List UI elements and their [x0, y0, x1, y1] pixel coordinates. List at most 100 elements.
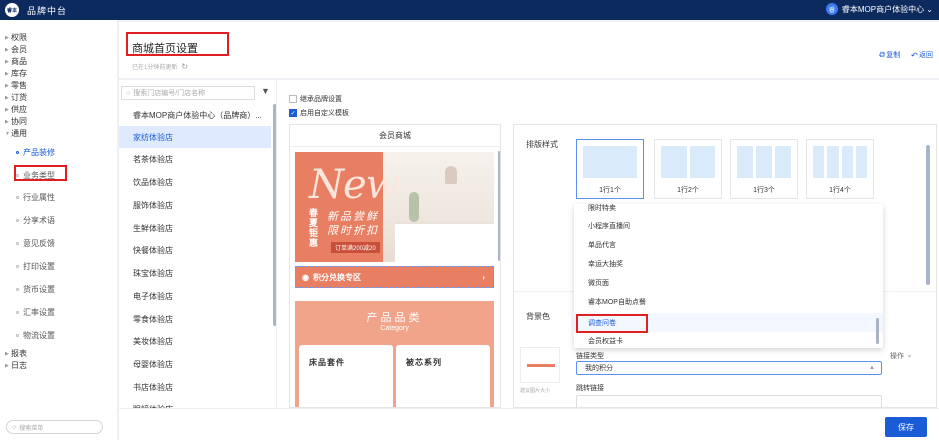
nav-label: 意见反馈: [23, 239, 55, 248]
store-item[interactable]: 母婴体验店: [119, 353, 271, 375]
sidebar-item-currency[interactable]: 货币设置: [16, 284, 55, 295]
nav-group-report[interactable]: ▶ 报表: [5, 348, 27, 359]
sidebar-item-feedback[interactable]: 意见反馈: [16, 238, 55, 249]
layout-option-label: 1行3个: [753, 187, 775, 194]
filter-icon[interactable]: ▼: [261, 86, 271, 98]
nav-label: 货币设置: [23, 285, 55, 294]
store-item[interactable]: 睿本MOP商户体验中心（品牌商）...: [119, 104, 271, 126]
nav-group-member[interactable]: ▶ 会员: [5, 44, 27, 55]
sidebar-item-industry[interactable]: 行业属性: [16, 192, 55, 203]
banner-coupon: 订单满200减20: [331, 242, 380, 253]
menu-search-input[interactable]: ○ 搜索菜单: [6, 420, 103, 434]
store-list-scrollbar[interactable]: [273, 104, 276, 326]
search-icon: ○: [126, 89, 131, 97]
store-item[interactable]: 书店体验店: [119, 376, 271, 398]
nav-group-log[interactable]: ▶ 日志: [5, 360, 27, 371]
banner-slogan-2: 限时折扣: [327, 225, 379, 237]
dropdown-option[interactable]: 会员权益卡: [574, 331, 883, 348]
bed-image: [395, 222, 494, 262]
nav-group-order[interactable]: ▶ 订货: [5, 92, 27, 103]
store-item[interactable]: 服饰体验店: [119, 194, 271, 216]
layout-preview: [583, 146, 637, 178]
store-item[interactable]: 快餐体验店: [119, 239, 271, 261]
inherit-label: 继承品牌设置: [300, 96, 342, 103]
category-card[interactable]: 被芯系列: [396, 345, 490, 407]
store-item[interactable]: 美妆体验店: [119, 330, 271, 352]
custom-template-checkbox[interactable]: ✓ 启用自定义模板: [289, 106, 349, 120]
copy-button[interactable]: ⧉ 复制: [879, 50, 901, 60]
category-card-label: 床品套件: [309, 358, 345, 367]
layout-option-label: 1行4个: [829, 187, 851, 194]
store-item[interactable]: 茗茶体验店: [119, 148, 271, 170]
user-menu[interactable]: 睿 睿本MOP商户体验中心 ⌄: [825, 3, 933, 15]
save-button[interactable]: 保存: [885, 417, 927, 437]
category-title: 产品品类: [366, 312, 423, 324]
nav-label: 日志: [11, 361, 27, 370]
store-item[interactable]: 饮品体验店: [119, 171, 271, 193]
layout-option-4[interactable]: 1行4个: [806, 139, 874, 199]
store-item-active[interactable]: 家纺体验店: [119, 126, 271, 148]
dropdown-option[interactable]: 单品代言: [574, 235, 883, 254]
dropdown-scrollbar[interactable]: [876, 318, 879, 344]
config-scrollbar[interactable]: [926, 145, 930, 285]
image-thumbnail[interactable]: [520, 347, 560, 383]
store-item[interactable]: 零食体验店: [119, 308, 271, 330]
nav-label: 库存: [11, 69, 27, 78]
dropdown-option[interactable]: 小程序直播间: [574, 216, 883, 235]
operation-menu[interactable]: 操作 ▼: [890, 351, 912, 361]
sidebar-item-logistics[interactable]: 物流设置: [16, 330, 55, 341]
layout-preview: [737, 146, 791, 178]
store-search-input[interactable]: ○ 搜索门店编号/门店名称: [121, 86, 255, 100]
bullet-icon: [16, 219, 19, 222]
update-status: 已在1分钟前更新 ↻: [132, 62, 188, 71]
dropdown-option[interactable]: 睿本MOP自助点餐: [574, 292, 883, 311]
chevron-right-icon: ›: [482, 272, 485, 282]
layout-option-2[interactable]: 1行2个: [654, 139, 722, 199]
promo-banner[interactable]: New 春夏钜惠 新品尝鲜 限时折扣 订单满200减20: [295, 152, 494, 262]
inherit-brand-checkbox[interactable]: 继承品牌设置: [289, 92, 349, 106]
nav-group-product[interactable]: ▶ 商品: [5, 56, 27, 67]
nav-label: 打印设置: [23, 262, 55, 271]
points-icon: ◉: [302, 272, 309, 282]
back-button[interactable]: ↶ 返回: [910, 50, 933, 60]
store-item[interactable]: 生鲜体验店: [119, 217, 271, 239]
layout-preview: [661, 146, 715, 178]
sidebar-item-print[interactable]: 打印设置: [16, 261, 55, 272]
points-exchange-bar[interactable]: ◉ 积分兑换专区 ›: [295, 266, 494, 288]
bullet-icon: [16, 334, 19, 337]
link-type-select[interactable]: 我的积分 ▲: [576, 361, 882, 375]
nav-group-general[interactable]: ▼ 通用: [5, 128, 27, 139]
jump-link-input[interactable]: [576, 395, 882, 409]
preview-scrollbar[interactable]: [498, 151, 500, 261]
nav-group-permission[interactable]: ▶ 权限: [5, 32, 27, 43]
custom-label: 启用自定义模板: [300, 110, 349, 117]
nav-group-supply[interactable]: ▶ 供应: [5, 104, 27, 115]
dropdown-option[interactable]: 微页面: [574, 273, 883, 292]
footer-bar: 保存: [119, 408, 939, 440]
template-options: 继承品牌设置 ✓ 启用自定义模板: [289, 92, 349, 120]
plant-image: [409, 192, 419, 222]
header-actions: ⧉ 复制 ↶ 返回: [869, 50, 933, 60]
brand-logo[interactable]: 睿本: [5, 3, 19, 17]
link-type-label: 链接类型: [576, 353, 604, 360]
store-item[interactable]: 眼镜体验店: [119, 398, 271, 409]
bullet-icon: [16, 288, 19, 291]
nav-group-retail[interactable]: ▶ 零售: [5, 80, 27, 91]
store-item[interactable]: 珠宝体验店: [119, 262, 271, 284]
store-item[interactable]: 电子体验店: [119, 285, 271, 307]
layout-preview: [813, 146, 867, 178]
nav-group-collab[interactable]: ▶ 协同: [5, 116, 27, 127]
layout-option-3[interactable]: 1行3个: [730, 139, 798, 199]
category-card[interactable]: 床品套件: [299, 345, 393, 407]
dropdown-option[interactable]: 幸运大抽奖: [574, 254, 883, 273]
nav-group-inventory[interactable]: ▶ 库存: [5, 68, 27, 79]
refresh-icon[interactable]: ↻: [181, 62, 188, 71]
mall-preview: 会员商城 New 春夏钜惠 新品尝鲜 限时折扣 订单满200减20 ◉ 积分兑换…: [289, 124, 501, 408]
sidebar-item-share-terms[interactable]: 分享术语: [16, 215, 55, 226]
sidebar-item-product-decoration[interactable]: 产品装修: [16, 147, 55, 158]
sidebar-item-exchange-rate[interactable]: 汇率设置: [16, 307, 55, 318]
nav-label: 商品: [11, 57, 27, 66]
layout-option-1[interactable]: 1行1个: [576, 139, 644, 199]
top-bar: 睿本 品牌中台 睿 睿本MOP商户体验中心 ⌄: [0, 0, 939, 20]
lamp-image: [445, 166, 457, 184]
